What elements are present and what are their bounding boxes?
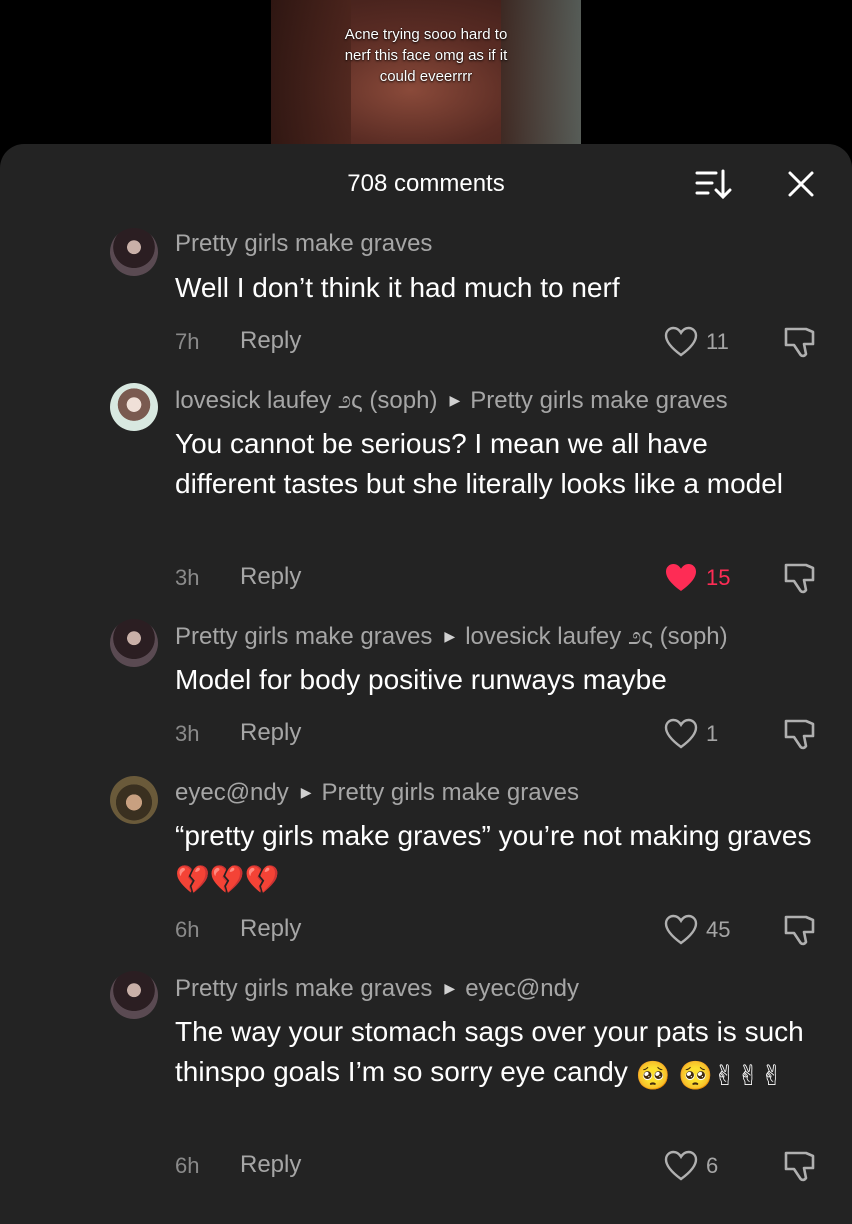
dislike-button[interactable] (782, 716, 818, 752)
comment-text: You cannot be serious? I mean we all hav… (175, 428, 784, 499)
comment-author-line: Pretty girls make graves ▶ eyec@ndy (175, 973, 579, 1004)
comment-author[interactable]: Pretty girls make graves (175, 623, 432, 650)
heart-filled-icon (666, 564, 696, 591)
broken-heart-emojis: 💔💔💔 (175, 864, 280, 895)
sort-icon (695, 169, 732, 200)
reply-arrow-icon: ▶ (444, 980, 456, 996)
heart-outline-icon (664, 914, 698, 945)
like-count: 1 (706, 721, 719, 746)
heart-outline-icon (664, 1150, 698, 1181)
reply-button[interactable]: Reply (240, 327, 301, 355)
close-icon (788, 171, 814, 197)
reply-to-author[interactable]: Pretty girls make graves (322, 779, 579, 806)
reply-to-author[interactable]: eyec@ndy (465, 975, 579, 1002)
comment-time: 7h (175, 329, 200, 354)
pleading-and-victory-emojis: 🥺 🥺✌✌✌ (635, 1060, 784, 1091)
reply-button[interactable]: Reply (240, 1151, 301, 1179)
heart-outline-icon (664, 718, 698, 749)
like-count: 6 (706, 1153, 719, 1178)
comment-text: Model for body positive runways maybe (175, 664, 667, 695)
like-button[interactable] (664, 718, 698, 750)
like-count: 15 (706, 565, 731, 590)
comment-author-line: Pretty girls make graves ▶ lovesick laufey… (175, 621, 728, 652)
thumbs-down-icon (784, 915, 815, 946)
reply-arrow-icon: ▶ (449, 392, 461, 408)
thumbs-down-icon (784, 719, 815, 750)
like-count: 11 (706, 329, 729, 354)
avatar[interactable] (110, 971, 158, 1019)
dislike-button[interactable] (782, 560, 818, 596)
thumbs-down-icon (784, 563, 815, 594)
comment-text: “pretty girls make graves” you’re not ma… (175, 816, 815, 900)
reply-to-author[interactable]: Pretty girls make graves (470, 387, 727, 414)
comment-author[interactable]: lovesick laufey ೨ς (soph) (175, 387, 437, 414)
comment-author-line: lovesick laufey ೨ς (soph) ▶ Pretty girls m… (175, 385, 728, 416)
avatar[interactable] (110, 776, 158, 824)
reply-to-author[interactable]: lovesick laufey ೨ς (soph) (465, 623, 727, 650)
thumbs-down-icon (784, 327, 815, 358)
comment-author[interactable]: Pretty girls make graves (175, 975, 432, 1002)
comment-author-line: eyec@ndy ▶ Pretty girls make graves (175, 777, 579, 808)
reply-button[interactable]: Reply (240, 915, 301, 943)
reply-button[interactable]: Reply (240, 719, 301, 747)
dislike-button[interactable] (782, 1148, 818, 1184)
comment-author[interactable]: Pretty girls make graves (175, 230, 432, 257)
comment-text: Well I don’t think it had much to nerf (175, 272, 620, 303)
avatar[interactable] (110, 619, 158, 667)
avatar[interactable] (110, 383, 158, 431)
like-button[interactable] (664, 562, 698, 594)
heart-outline-icon (664, 326, 698, 357)
dislike-button[interactable] (782, 912, 818, 948)
comment-text-body: “pretty girls make graves” you’re not ma… (175, 820, 812, 851)
like-button[interactable] (664, 914, 698, 946)
comment-time: 6h (175, 917, 200, 942)
video-caption: Acne trying sooo hard to nerf this face … (344, 26, 508, 85)
video-preview[interactable]: Acne trying sooo hard to nerf this face … (271, 0, 581, 150)
dislike-button[interactable] (782, 324, 818, 360)
comment-text: The way your stomach sags over your pats… (175, 1012, 815, 1096)
comment-time: 6h (175, 1153, 200, 1178)
like-button[interactable] (664, 326, 698, 358)
reply-arrow-icon: ▶ (444, 628, 456, 644)
comment-author[interactable]: eyec@ndy (175, 779, 289, 806)
like-button[interactable] (664, 1150, 698, 1182)
avatar[interactable] (110, 228, 158, 276)
close-button[interactable] (784, 166, 818, 202)
comment-time: 3h (175, 565, 200, 590)
reply-arrow-icon: ▶ (300, 784, 312, 800)
thumbs-down-icon (784, 1151, 815, 1182)
sort-button[interactable] (694, 166, 732, 202)
comment-time: 3h (175, 721, 200, 746)
reply-button[interactable]: Reply (240, 563, 301, 591)
like-count: 45 (706, 917, 731, 942)
comment-author-line: Pretty girls make graves (175, 229, 432, 259)
